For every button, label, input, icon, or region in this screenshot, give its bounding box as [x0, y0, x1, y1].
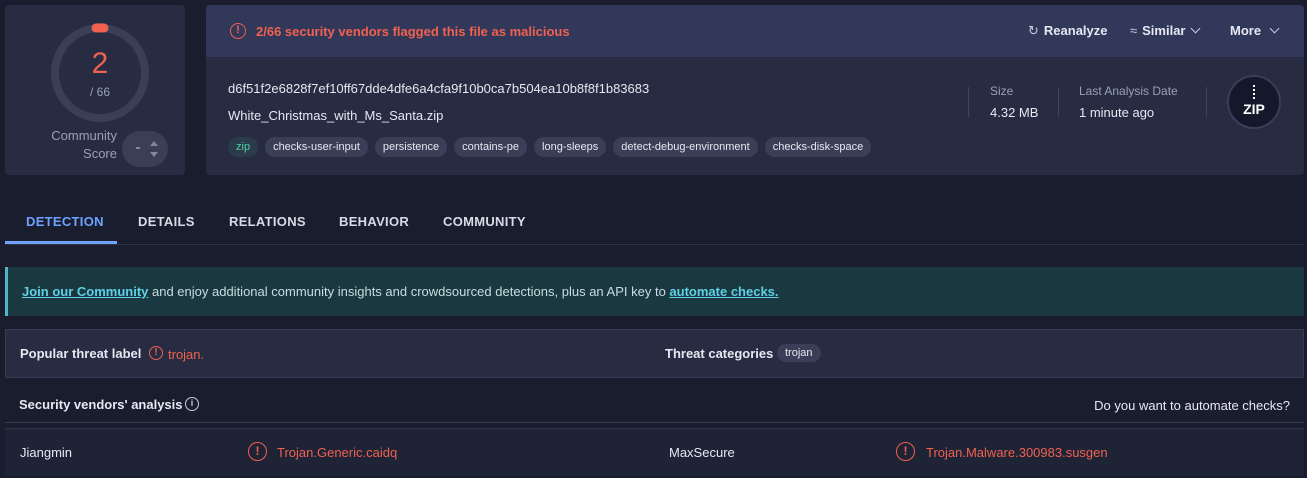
- vendor-name: Jiangmin: [20, 445, 73, 460]
- vendor-result: Trojan.Malware.300983.susgen: [926, 445, 1108, 460]
- meta-divider: [1206, 87, 1207, 117]
- tag-zip[interactable]: zip: [228, 137, 259, 157]
- threat-category-tag[interactable]: trojan: [777, 344, 821, 362]
- file-name: White_Christmas_with_Ms_Santa.zip: [228, 108, 444, 123]
- last-analysis-value: 1 minute ago: [1079, 105, 1155, 120]
- alert-text: 2/66 security vendors flagged this file …: [256, 24, 570, 39]
- file-hash[interactable]: d6f51f2e6828f7ef10ff67dde4dfe6a4cfa9f10b…: [228, 81, 649, 96]
- exclamation-circle-icon: !: [230, 23, 246, 39]
- tab-behavior[interactable]: BEHAVIOR: [339, 214, 409, 229]
- zipper-icon: [1253, 85, 1259, 99]
- file-tags: zip checks-user-input persistence contai…: [228, 137, 872, 157]
- file-summary-card: ! 2/66 security vendors flagged this fil…: [206, 5, 1304, 175]
- threat-categories-label: Threat categories: [665, 346, 774, 361]
- size-value: 4.32 MB: [990, 105, 1039, 120]
- detection-total: / 66: [89, 85, 110, 99]
- vendor-result: Trojan.Generic.caidq: [277, 445, 398, 460]
- vote-score-placeholder: [136, 147, 140, 149]
- popular-threat-label: Popular threat label: [20, 346, 142, 361]
- exclamation-circle-icon: !: [896, 442, 915, 461]
- reanalyze-label: Reanalyze: [1043, 23, 1108, 38]
- vote-up-icon[interactable]: [150, 141, 158, 146]
- chevron-down-icon: [1190, 23, 1200, 34]
- detection-count: 2: [91, 47, 109, 80]
- community-score-label: Community Score: [35, 127, 117, 163]
- vendor-result-row: Jiangmin ! Trojan.Generic.caidq MaxSecur…: [5, 428, 1304, 476]
- tag-long-sleeps[interactable]: long-sleeps: [534, 137, 607, 157]
- zip-icon-label: ZIP: [1243, 101, 1265, 117]
- reanalyze-button[interactable]: ↻ Reanalyze: [1028, 23, 1108, 39]
- last-analysis-label: Last Analysis Date: [1079, 84, 1178, 98]
- tab-relations[interactable]: RELATIONS: [229, 214, 306, 229]
- community-label-line2: Score: [83, 146, 117, 161]
- more-label: More: [1230, 23, 1262, 38]
- info-icon[interactable]: i: [185, 397, 199, 411]
- more-button[interactable]: More: [1230, 23, 1280, 38]
- automate-checks-prompt[interactable]: Do you want to automate checks?: [1094, 398, 1290, 413]
- tag-checks-user-input[interactable]: checks-user-input: [265, 137, 368, 157]
- tag-persistence[interactable]: persistence: [374, 137, 448, 157]
- community-vote-button[interactable]: [122, 131, 168, 167]
- join-community-banner: Join our Community and enjoy additional …: [5, 267, 1304, 316]
- main-tabs: DETECTION DETAILS RELATIONS BEHAVIOR COM…: [5, 200, 1304, 245]
- refresh-icon: ↻: [1028, 23, 1039, 38]
- tag-contains-pe[interactable]: contains-pe: [454, 137, 528, 157]
- malicious-alert-bar: ! 2/66 security vendors flagged this fil…: [206, 5, 1304, 57]
- exclamation-circle-icon: !: [248, 442, 267, 461]
- security-vendors-header: Security vendors' analysis i Do you want…: [5, 387, 1304, 423]
- tag-detect-debug-environment[interactable]: detect-debug-environment: [613, 137, 758, 157]
- banner-middle-text: and enjoy additional community insights …: [148, 284, 670, 299]
- community-label-line1: Community: [51, 128, 117, 143]
- meta-divider: [1058, 87, 1059, 117]
- zip-file-icon: ZIP: [1227, 75, 1281, 129]
- popular-threat-value: trojan.: [168, 347, 205, 362]
- join-community-link[interactable]: Join our Community: [22, 284, 148, 299]
- active-tab-indicator: [5, 241, 117, 244]
- chevron-down-icon: [1269, 23, 1280, 34]
- banner-text: Join our Community and enjoy additional …: [22, 284, 779, 299]
- tag-checks-disk-space[interactable]: checks-disk-space: [764, 137, 872, 157]
- size-label: Size: [990, 84, 1014, 98]
- meta-divider: [968, 87, 969, 117]
- automate-checks-link[interactable]: automate checks.: [669, 284, 778, 299]
- similar-icon: ≈: [1130, 23, 1138, 38]
- threat-summary-row: Popular threat label ! trojan. Threat ca…: [5, 329, 1304, 378]
- similar-label: Similar: [1142, 23, 1186, 38]
- exclamation-circle-icon: !: [149, 346, 163, 360]
- similar-button[interactable]: ≈ Similar: [1130, 23, 1200, 38]
- vote-down-icon[interactable]: [150, 152, 158, 157]
- security-vendors-title: Security vendors' analysis: [19, 397, 183, 412]
- tab-detection[interactable]: DETECTION: [26, 214, 104, 229]
- vendor-name: MaxSecure: [669, 445, 735, 460]
- tab-community[interactable]: COMMUNITY: [443, 214, 526, 229]
- detection-score-card: 2 / 66 Community Score: [5, 5, 185, 175]
- tab-details[interactable]: DETAILS: [138, 214, 195, 229]
